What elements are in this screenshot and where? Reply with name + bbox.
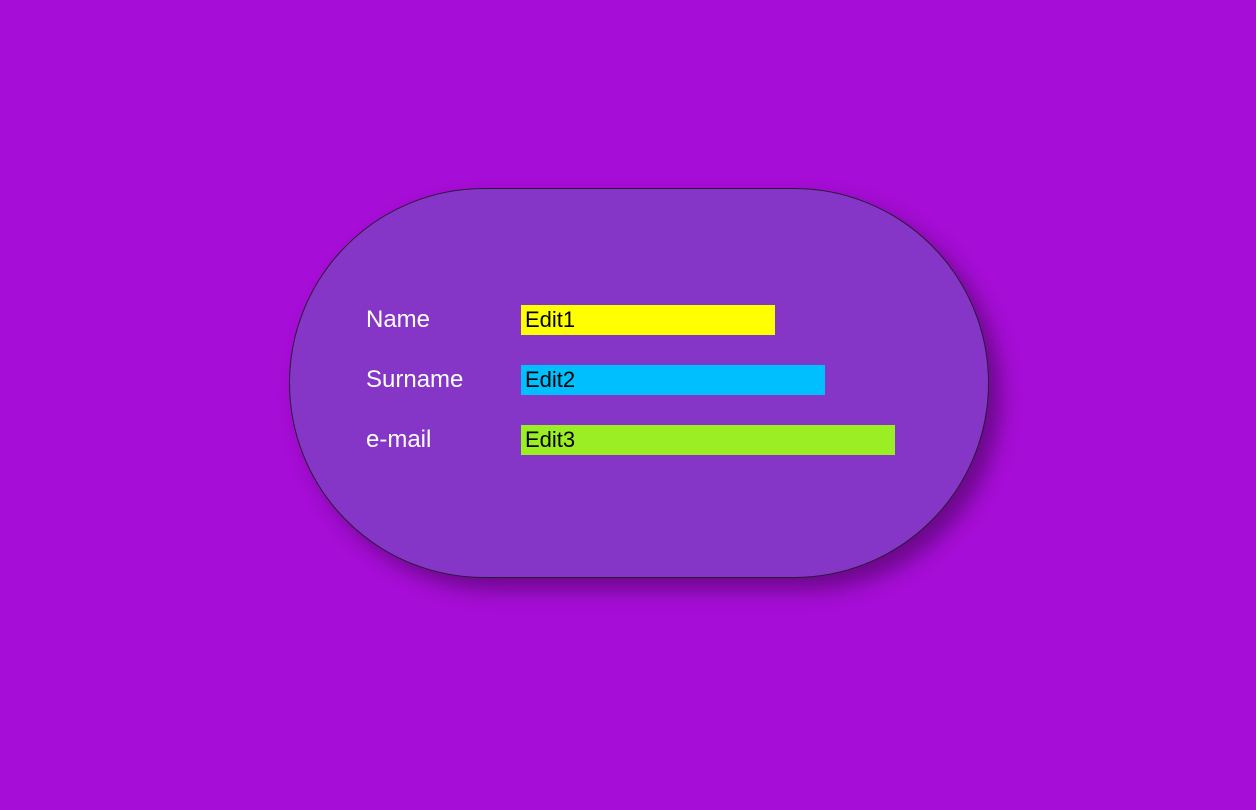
email-label: e-mail [366,426,521,454]
email-input[interactable] [521,425,895,455]
surname-input[interactable] [521,365,825,395]
name-label: Name [366,306,521,334]
name-input[interactable] [521,305,775,335]
surname-label: Surname [366,366,521,394]
form-row-name: Name [366,305,775,335]
form-row-email: e-mail [366,425,895,455]
form-row-surname: Surname [366,365,825,395]
